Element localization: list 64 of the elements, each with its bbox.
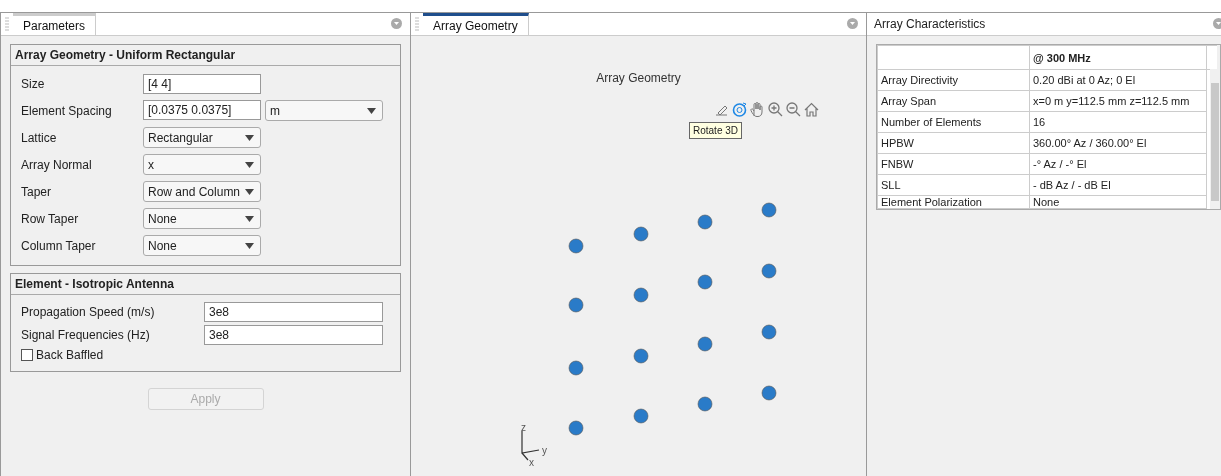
hand-icon[interactable] bbox=[749, 101, 766, 118]
caret-icon bbox=[245, 215, 254, 222]
grip-icon[interactable] bbox=[415, 17, 419, 31]
table-cell: FNBW bbox=[877, 153, 1030, 175]
table-cell: 16 bbox=[1029, 111, 1207, 133]
rotate-icon[interactable] bbox=[731, 101, 748, 118]
field-label: Propagation Speed (m/s) bbox=[21, 305, 156, 319]
field-label: Column Taper bbox=[21, 238, 97, 253]
panel-menu-icon[interactable] bbox=[1213, 18, 1221, 29]
table-cell: Number of Elements bbox=[877, 111, 1030, 133]
scrollbar[interactable] bbox=[1210, 69, 1220, 209]
table-cell: 0.20 dBi at 0 Az; 0 El bbox=[1029, 69, 1207, 91]
table-cell: 360.00° Az / 360.00° El bbox=[1029, 132, 1207, 154]
plot-title: Array Geometry bbox=[596, 71, 681, 85]
field-label: Array Normal bbox=[21, 157, 93, 172]
unit-dropdown[interactable]: m bbox=[265, 100, 383, 121]
panel-tab[interactable]: Array Geometry bbox=[423, 13, 529, 35]
table-cell: HPBW bbox=[877, 132, 1030, 154]
field-label: Lattice bbox=[21, 130, 58, 145]
zoom-in-icon[interactable] bbox=[767, 101, 784, 118]
field-label: Signal Frequencies (Hz) bbox=[21, 328, 151, 342]
field-label: Taper bbox=[21, 184, 53, 199]
field-label: Row Taper bbox=[21, 211, 80, 226]
table-cell: SLL bbox=[877, 174, 1030, 196]
panel-tab[interactable]: Parameters bbox=[13, 13, 97, 35]
dropdown[interactable]: None bbox=[143, 208, 261, 229]
field-label: Element Spacing bbox=[21, 103, 113, 118]
caret-icon bbox=[245, 188, 254, 195]
panel-title: Array Characteristics bbox=[874, 17, 986, 31]
group-title: Element - Isotropic Antenna bbox=[11, 274, 400, 295]
dropdown[interactable]: Row and Column bbox=[143, 181, 261, 202]
table-cell: None bbox=[1029, 195, 1207, 209]
table-cell: - dB Az / - dB El bbox=[1029, 174, 1207, 196]
field-label: Size bbox=[21, 77, 46, 91]
checkbox[interactable] bbox=[21, 349, 33, 361]
grip-icon[interactable] bbox=[5, 17, 9, 31]
input-field[interactable]: [4 4] bbox=[143, 74, 261, 94]
input-field[interactable]: 3e8 bbox=[204, 302, 383, 322]
column-header: @ 300 MHz bbox=[1029, 45, 1207, 70]
checkbox-label: Back Baffled bbox=[36, 348, 104, 362]
caret-icon bbox=[367, 107, 376, 114]
dropdown[interactable]: x bbox=[143, 154, 261, 175]
input-field[interactable]: [0.0375 0.0375] bbox=[143, 100, 261, 120]
axis-label: y bbox=[542, 445, 547, 456]
caret-icon bbox=[245, 242, 254, 249]
table-cell: Array Span bbox=[877, 90, 1030, 112]
axis-label: x bbox=[529, 457, 534, 468]
input-field[interactable]: 3e8 bbox=[204, 325, 383, 345]
table-cell: -° Az / -° El bbox=[1029, 153, 1207, 175]
caret-icon bbox=[245, 161, 254, 168]
dropdown[interactable]: Rectangular bbox=[143, 127, 261, 148]
panel-menu-icon[interactable] bbox=[391, 18, 402, 29]
group-title: Array Geometry - Uniform Rectangular bbox=[11, 45, 400, 66]
axes-triad-drawing bbox=[521, 430, 540, 461]
table-cell: Element Polarization bbox=[877, 195, 1030, 209]
home-icon[interactable] bbox=[803, 101, 820, 118]
table-cell: Array Directivity bbox=[877, 69, 1030, 91]
caret-icon bbox=[245, 134, 254, 141]
zoom-out-icon[interactable] bbox=[785, 101, 802, 118]
dropdown[interactable]: None bbox=[143, 235, 261, 256]
tooltip: Rotate 3D bbox=[689, 122, 743, 139]
table-cell: x=0 m y=112.5 mm z=112.5 mm bbox=[1029, 90, 1207, 112]
axis-label: z bbox=[521, 422, 526, 433]
panel-menu-icon[interactable] bbox=[847, 18, 858, 29]
